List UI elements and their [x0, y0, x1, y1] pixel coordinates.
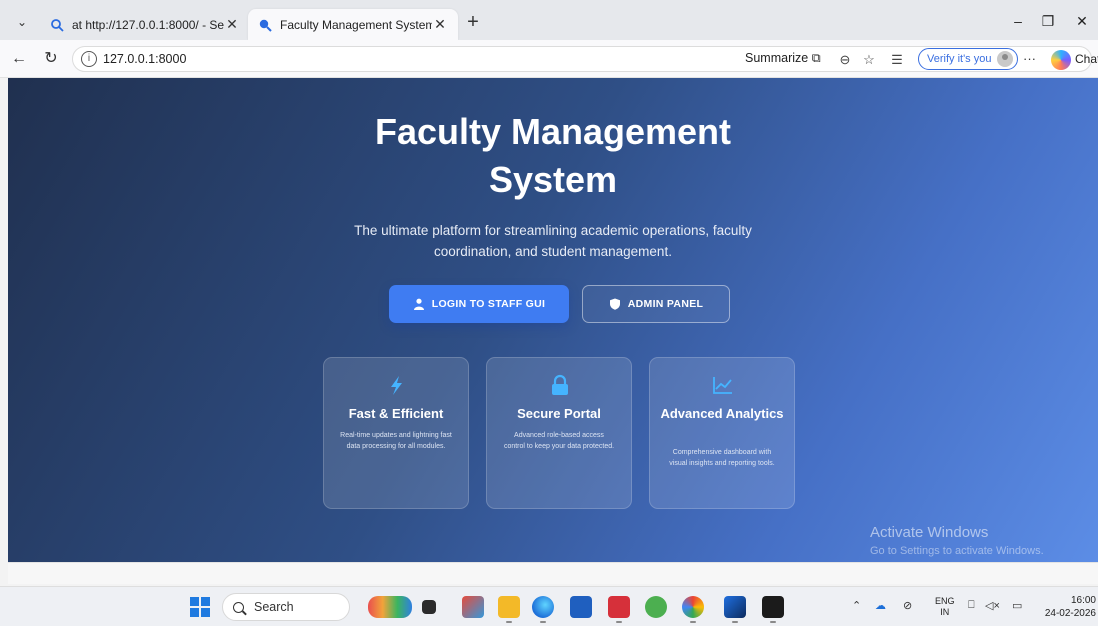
terminal-icon[interactable] [762, 596, 784, 618]
running-indicator [690, 621, 696, 623]
star-icon[interactable]: ☆ [860, 51, 878, 69]
minimize-button[interactable]: – [1006, 10, 1030, 32]
hero-section: Faculty Management System The ultimate p… [8, 78, 1098, 562]
search-icon [233, 601, 244, 613]
taskbar-search[interactable]: Search [222, 593, 350, 621]
close-icon[interactable]: ✕ [432, 16, 448, 33]
avatar [997, 51, 1014, 67]
chevron-up-icon[interactable]: ⌃ [852, 599, 861, 612]
browser-toolbar: ← ↻ i 127.0.0.1:8000 Summarize ⧉ ⊖ ☆ ☰ V… [0, 40, 1098, 78]
summarize-icon: ⧉ [811, 51, 821, 65]
feature-title: Secure Portal [517, 406, 601, 421]
verify-profile-button[interactable]: Verify it's you [918, 48, 1019, 70]
back-arrow-icon[interactable]: ← [8, 48, 30, 70]
store-icon[interactable] [570, 596, 592, 618]
activate-windows-subtitle: Go to Settings to activate Windows. [870, 545, 1044, 557]
browser-tab-strip: ⌄ at http://127.0.0.1:8000/ - Search ✕ F… [0, 0, 1098, 40]
lock-icon [552, 374, 568, 395]
location-icon[interactable]: ⊘ [903, 599, 912, 612]
region-label: IN [940, 607, 950, 617]
chat-label[interactable]: Chat [1075, 52, 1098, 66]
info-icon[interactable]: i [81, 51, 97, 67]
page-subtitle: The ultimate platform for streamlining a… [354, 223, 752, 259]
copilot-icon[interactable] [1051, 50, 1071, 70]
favorites-icon[interactable]: ☰ [888, 51, 906, 69]
address-url[interactable]: 127.0.0.1:8000 [103, 52, 186, 66]
network-icon[interactable]: ⎕ [968, 599, 975, 612]
user-icon [413, 298, 424, 310]
shield-icon [609, 298, 620, 310]
language-indicator[interactable]: ENG IN [935, 596, 955, 618]
feature-title: Advanced Analytics [660, 406, 784, 421]
file-explorer-icon[interactable] [498, 596, 520, 618]
arduino-icon[interactable] [724, 596, 746, 618]
tab-title: Faculty Management System [280, 17, 432, 32]
feature-description: Comprehensive dashboard with visual insi… [669, 449, 775, 467]
task-view-icon[interactable] [422, 600, 436, 614]
edge-icon[interactable] [532, 596, 554, 618]
page-bottom-strip [8, 562, 1098, 584]
new-tab-button[interactable]: + [462, 12, 484, 34]
running-indicator [616, 621, 622, 623]
search-icon [259, 19, 272, 32]
feature-description: Real-time updates and lightning fast dat… [340, 432, 452, 450]
tab-faculty-management[interactable]: Faculty Management System ✕ [248, 9, 458, 40]
feature-description: Advanced role-based access control to ke… [503, 432, 615, 450]
running-indicator [732, 621, 738, 623]
login-button-label: LOGIN TO STAFF GUI [431, 298, 546, 310]
feature-card-secure: Secure Portal Advanced role-based access… [486, 357, 632, 509]
feature-title: Fast & Efficient [348, 406, 444, 421]
running-indicator [540, 621, 546, 623]
refresh-icon[interactable]: ↻ [40, 48, 62, 70]
more-options-icon[interactable]: ··· [1023, 51, 1036, 66]
address-bar[interactable]: i 127.0.0.1:8000 Summarize ⧉ ⊖ ☆ ☰ Verif… [72, 46, 1098, 72]
whatsapp-icon[interactable] [645, 596, 667, 618]
tab-title: at http://127.0.0.1:8000/ - Search [72, 17, 224, 32]
admin-panel-button[interactable]: ADMIN PANEL [582, 285, 730, 323]
admin-button-label: ADMIN PANEL [627, 298, 704, 310]
login-staff-gui-button[interactable]: LOGIN TO STAFF GUI [389, 285, 569, 323]
time-label: 16:00 [1070, 595, 1096, 606]
bolt-icon [391, 376, 402, 395]
running-indicator [506, 621, 512, 623]
running-indicator [770, 621, 776, 623]
widgets-icon[interactable] [368, 596, 412, 618]
taskbar-search-label: Search [254, 600, 294, 614]
chart-line-icon [713, 377, 732, 394]
windows-start-icon[interactable] [190, 597, 210, 617]
clock[interactable]: 16:00 24-02-2026 [1040, 594, 1096, 620]
feature-card-fast: Fast & Efficient Real-time updates and l… [323, 357, 469, 509]
close-icon[interactable]: ✕ [224, 16, 240, 33]
close-window-button[interactable]: ✕ [1070, 10, 1094, 32]
language-label: ENG [935, 596, 955, 606]
battery-icon[interactable]: ▭ [1012, 599, 1022, 612]
page-title: Faculty Management System [374, 111, 732, 200]
onedrive-icon[interactable]: ☁ [875, 599, 886, 612]
taskbar: Search ⌃ ☁ ⊘ ENG IN ⎕ ◁× ▭ 16:00 24-02-2… [0, 586, 1098, 626]
app-icon[interactable] [462, 596, 484, 618]
summarize-label: Summarize [745, 51, 809, 65]
restore-button[interactable]: ❐ [1036, 10, 1060, 32]
chrome-icon[interactable] [682, 596, 704, 618]
verify-label: Verify it's you [927, 53, 992, 65]
tab-actions-chevron-icon[interactable]: ⌄ [12, 12, 32, 32]
tab-search[interactable]: at http://127.0.0.1:8000/ - Search ✕ [40, 9, 250, 40]
search-icon [51, 18, 64, 32]
volume-icon[interactable]: ◁× [985, 599, 1000, 612]
activate-windows-title: Activate Windows [870, 524, 989, 541]
summarize-button[interactable]: Summarize ⧉ [745, 51, 821, 66]
wps-icon[interactable] [608, 596, 630, 618]
date-label: 24-02-2026 [1044, 608, 1096, 619]
zoom-out-icon[interactable]: ⊖ [836, 51, 854, 69]
feature-card-analytics: Advanced Analytics Comprehensive dashboa… [649, 357, 795, 509]
